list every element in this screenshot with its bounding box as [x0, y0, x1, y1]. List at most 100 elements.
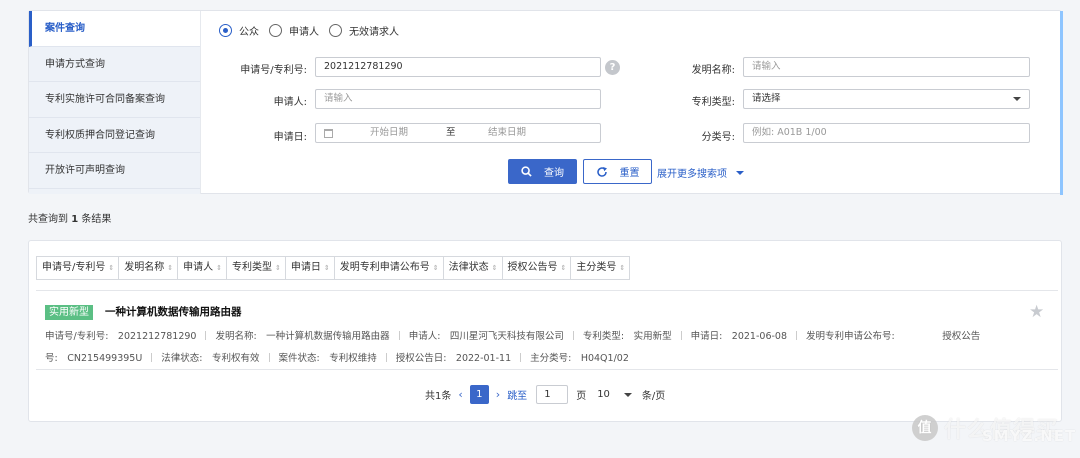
radio-public[interactable]: 公众	[219, 23, 259, 38]
sort-bar: 申请号/专利号 ⇕ 发明名称 ⇕ 申请人 ⇕ 专利类型 ⇕ 申请日 ⇕ 发明专利申请公布号…	[36, 256, 631, 280]
meta-applicant: 申请人: 四川星河飞天科技有限公司	[408, 331, 564, 342]
record-meta-line-1: 申请号/专利号: 2021212781290 发明名称: 一种计算机数据传输用路由…	[45, 328, 980, 342]
patent-type-label: 专利类型:	[691, 97, 735, 108]
start-date-input[interactable]: 开始日期	[370, 124, 408, 142]
pager-per-page-unit: 条/页	[641, 391, 666, 402]
patent-type-value: 请选择	[752, 93, 781, 104]
sort-applicant[interactable]: 申请人 ⇕	[177, 256, 227, 280]
meta-main-class: 主分类号: H04Q1/02	[530, 353, 629, 364]
radio-applicant[interactable]: 申请人	[269, 23, 319, 38]
sort-icon: ⇕	[216, 264, 222, 272]
radio-label: 公众	[239, 27, 259, 38]
query-button-label: 查询	[544, 168, 564, 179]
pager-size-select[interactable]: 10	[597, 389, 632, 400]
meta-publication-no: 发明专利申请公布号: 授权公告	[806, 331, 981, 342]
class-no-label: 分类号:	[701, 132, 735, 143]
pager-size-value: 10	[597, 389, 610, 400]
applicant-input[interactable]: 请输入	[315, 89, 601, 109]
sidebar-item-application-method[interactable]: 申请方式查询	[29, 47, 200, 82]
search-type-sidebar: 案件查询 申请方式查询 专利实施许可合同备案查询 专利权质押合同登记查询 开放许…	[29, 11, 201, 194]
end-date-input[interactable]: 结束日期	[488, 124, 526, 142]
chevron-down-icon	[736, 170, 744, 175]
meta-grant-no: 号: CN215499395U	[45, 353, 143, 364]
meta-grant-date: 授权公告日: 2022-01-11	[395, 353, 512, 364]
sort-icon: ⇕	[275, 264, 281, 272]
sidebar-item-case-query[interactable]: 案件查询	[29, 11, 200, 47]
pager-total: 共1条	[425, 391, 452, 402]
meta-apply-date: 申请日: 2021-06-08	[690, 331, 788, 342]
sidebar-item-pledge-contract[interactable]: 专利权质押合同登记查询	[29, 118, 200, 153]
sort-icon: ⇕	[432, 264, 439, 272]
meta-separator	[572, 331, 574, 340]
expand-more-link[interactable]: 展开更多搜索项	[657, 165, 744, 180]
meta-legal-status: 法律状态: 专利权有效	[161, 353, 260, 364]
applicant-label: 申请人:	[273, 97, 307, 108]
reset-button[interactable]: 重置	[583, 159, 652, 184]
sort-publication-no[interactable]: 发明专利申请公布号 ⇕	[333, 256, 444, 280]
watermark: 值 什么值得买 SMYZ.NET	[912, 412, 1075, 445]
radio-label: 无效请求人	[349, 27, 399, 38]
pager-current-page[interactable]: 1	[469, 385, 489, 404]
record-meta-line-2: 号: CN215499395U 法律状态: 专利权有效 案件状态: 专利权维持 授权公…	[45, 350, 629, 364]
chevron-down-icon	[1013, 97, 1021, 101]
sort-label: 主分类号	[576, 262, 617, 273]
results-panel: 申请号/专利号 ⇕ 发明名称 ⇕ 申请人 ⇕ 专利类型 ⇕ 申请日 ⇕ 发明专利申请公布号…	[28, 240, 1062, 422]
pager-jump-label: 跳至	[507, 391, 528, 402]
sidebar-item-open-license[interactable]: 开放许可声明查询	[29, 153, 200, 189]
sort-patent-type[interactable]: 专利类型 ⇕	[226, 256, 286, 280]
chevron-down-icon	[623, 392, 632, 397]
reset-button-label: 重置	[619, 168, 640, 179]
expand-more-label: 展开更多搜索项	[657, 169, 727, 180]
calendar-icon	[324, 129, 333, 138]
radio-label: 申请人	[289, 27, 319, 38]
search-icon	[521, 166, 532, 177]
search-panel: 案件查询 申请方式查询 专利实施许可合同备案查询 专利权质押合同登记查询 开放许…	[28, 10, 1063, 195]
star-icon[interactable]: ★	[1029, 302, 1044, 322]
meta-separator	[398, 331, 400, 340]
app-no-label: 申请号/专利号:	[240, 65, 307, 76]
sort-icon: ⇕	[323, 264, 330, 272]
sort-app-no[interactable]: 申请号/专利号 ⇕	[36, 256, 120, 280]
sort-main-class[interactable]: 主分类号 ⇕	[570, 256, 631, 280]
date-separator: 至	[446, 127, 456, 138]
meta-separator	[520, 353, 522, 362]
apply-date-range[interactable]: 开始日期 至 结束日期	[315, 123, 601, 143]
meta-separator	[385, 353, 387, 362]
result-count-number: 1	[71, 214, 79, 225]
meta-case-status: 案件状态: 专利权维持	[278, 353, 377, 364]
chevron-left-icon[interactable]: ‹	[458, 388, 462, 401]
pagination: 共1条 ‹ 1 › 跳至 1 页 10 条/页	[425, 385, 665, 404]
query-button[interactable]: 查询	[508, 159, 577, 184]
sort-label: 法律状态	[448, 262, 489, 273]
patent-type-select[interactable]: 请选择	[743, 89, 1030, 109]
sort-icon: ⇕	[619, 264, 626, 272]
sidebar-item-license-contract[interactable]: 专利实施许可合同备案查询	[29, 82, 200, 118]
invention-name-input[interactable]: 请输入	[743, 57, 1030, 77]
role-radio-group: 公众 申请人 无效请求人	[219, 23, 409, 38]
radio-unchecked-icon	[269, 24, 282, 37]
sort-label: 专利类型	[232, 262, 272, 273]
chevron-right-icon[interactable]: ›	[496, 388, 500, 401]
radio-invalidation-requester[interactable]: 无效请求人	[329, 23, 399, 38]
app-no-input[interactable]: 2021212781290	[315, 57, 601, 77]
record-title[interactable]: 一种计算机数据传输用路由器	[105, 304, 242, 319]
divider	[36, 369, 1058, 370]
sort-icon: ⇕	[108, 264, 115, 272]
result-count-prefix: 共查询到	[28, 214, 68, 225]
sort-icon: ⇕	[167, 264, 174, 272]
meta-invention-name: 发明名称: 一种计算机数据传输用路由器	[215, 331, 390, 342]
radio-unchecked-icon	[329, 24, 342, 37]
refresh-icon	[596, 166, 607, 177]
class-no-input[interactable]: 例如: A01B 1/00	[743, 123, 1030, 143]
sort-apply-date[interactable]: 申请日 ⇕	[284, 256, 335, 280]
sort-label: 申请人	[183, 262, 214, 273]
sort-grant-no[interactable]: 授权公告号 ⇕	[501, 256, 572, 280]
sort-legal-status[interactable]: 法律状态 ⇕	[442, 256, 503, 280]
sort-label: 申请号/专利号	[42, 262, 106, 273]
pager-page-unit: 页	[576, 391, 587, 402]
sort-invention-name[interactable]: 发明名称 ⇕	[118, 256, 179, 280]
sort-icon: ⇕	[560, 264, 567, 272]
help-icon[interactable]: ?	[605, 60, 620, 75]
apply-date-label: 申请日:	[273, 132, 307, 143]
pager-jump-input[interactable]: 1	[536, 385, 569, 404]
